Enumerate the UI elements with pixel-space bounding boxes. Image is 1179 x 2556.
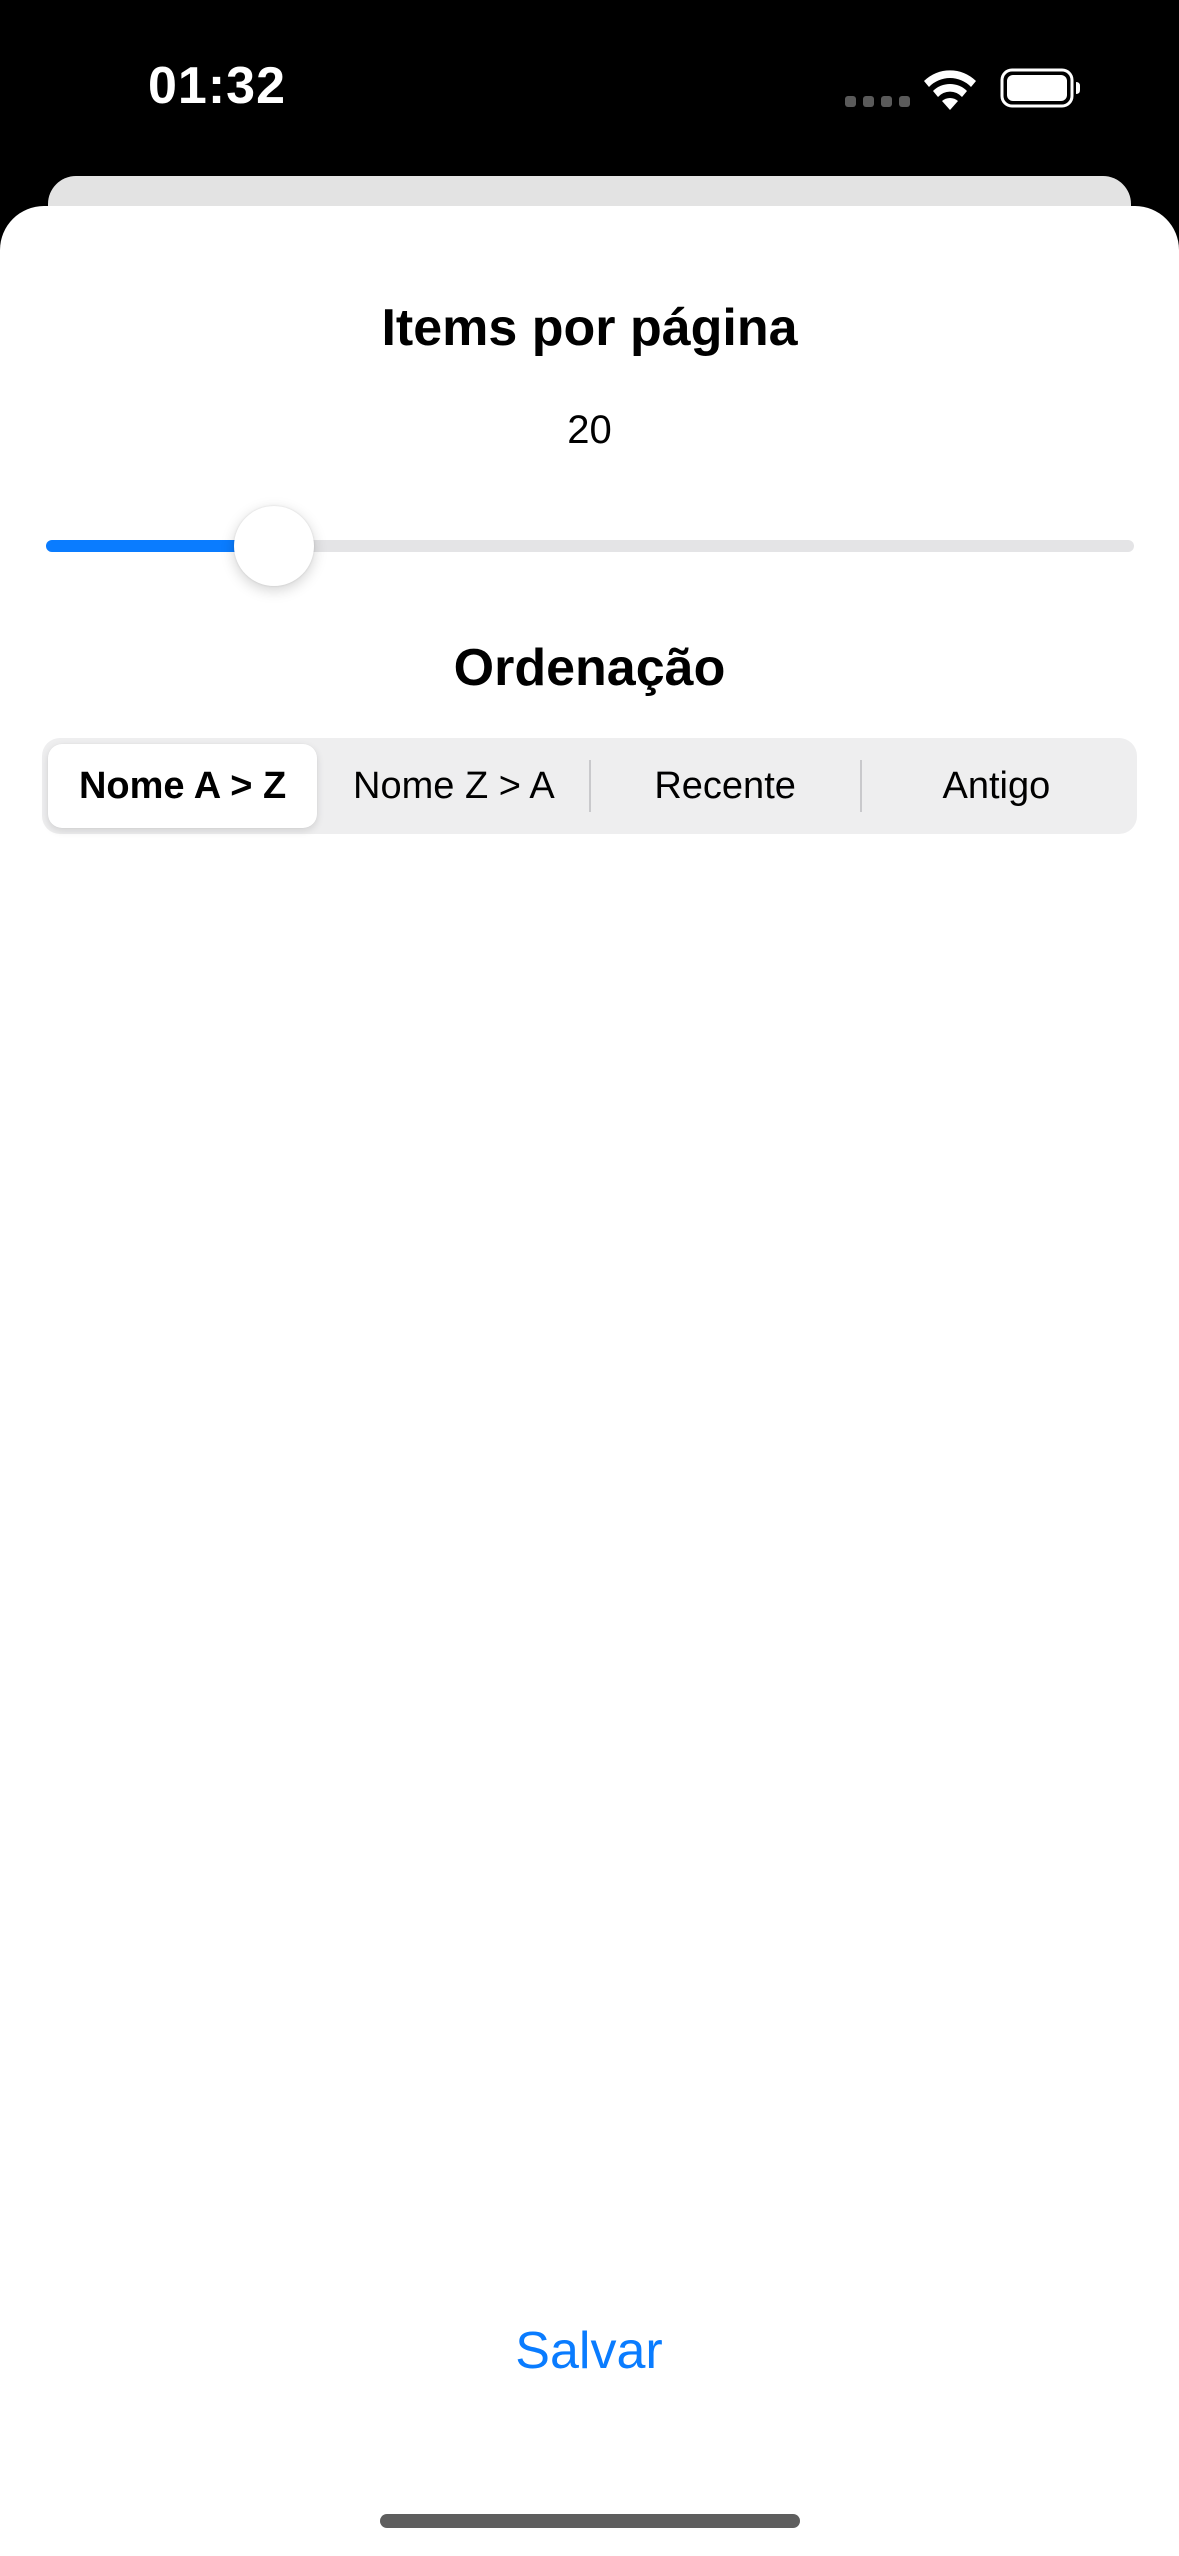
signal-dots-icon bbox=[845, 96, 910, 107]
ordering-title: Ordenação bbox=[453, 639, 726, 697]
items-per-page-slider[interactable] bbox=[46, 506, 1134, 586]
status-time: 01:32 bbox=[148, 57, 286, 115]
items-per-page-value: 20 bbox=[567, 408, 612, 452]
segment-name-asc[interactable]: Nome A > Z bbox=[48, 744, 318, 828]
status-bar: 01:32 bbox=[0, 0, 1179, 175]
ordering-segmented-control[interactable]: Nome A > Z Nome Z > A Recente Antigo bbox=[42, 738, 1137, 834]
items-per-page-title: Items por página bbox=[381, 299, 798, 357]
segment-oldest[interactable]: Antigo bbox=[862, 744, 1131, 828]
segment-name-desc[interactable]: Nome Z > A bbox=[319, 744, 588, 828]
screen: 01:32 Items por página 20 Ordenação Nome… bbox=[0, 0, 1179, 2556]
save-button[interactable]: Salvar bbox=[439, 2306, 739, 2396]
battery-icon bbox=[1000, 68, 1080, 108]
home-indicator bbox=[380, 2514, 800, 2528]
slider-thumb[interactable] bbox=[234, 506, 314, 586]
segment-recent[interactable]: Recente bbox=[591, 744, 860, 828]
wifi-icon bbox=[924, 70, 976, 110]
